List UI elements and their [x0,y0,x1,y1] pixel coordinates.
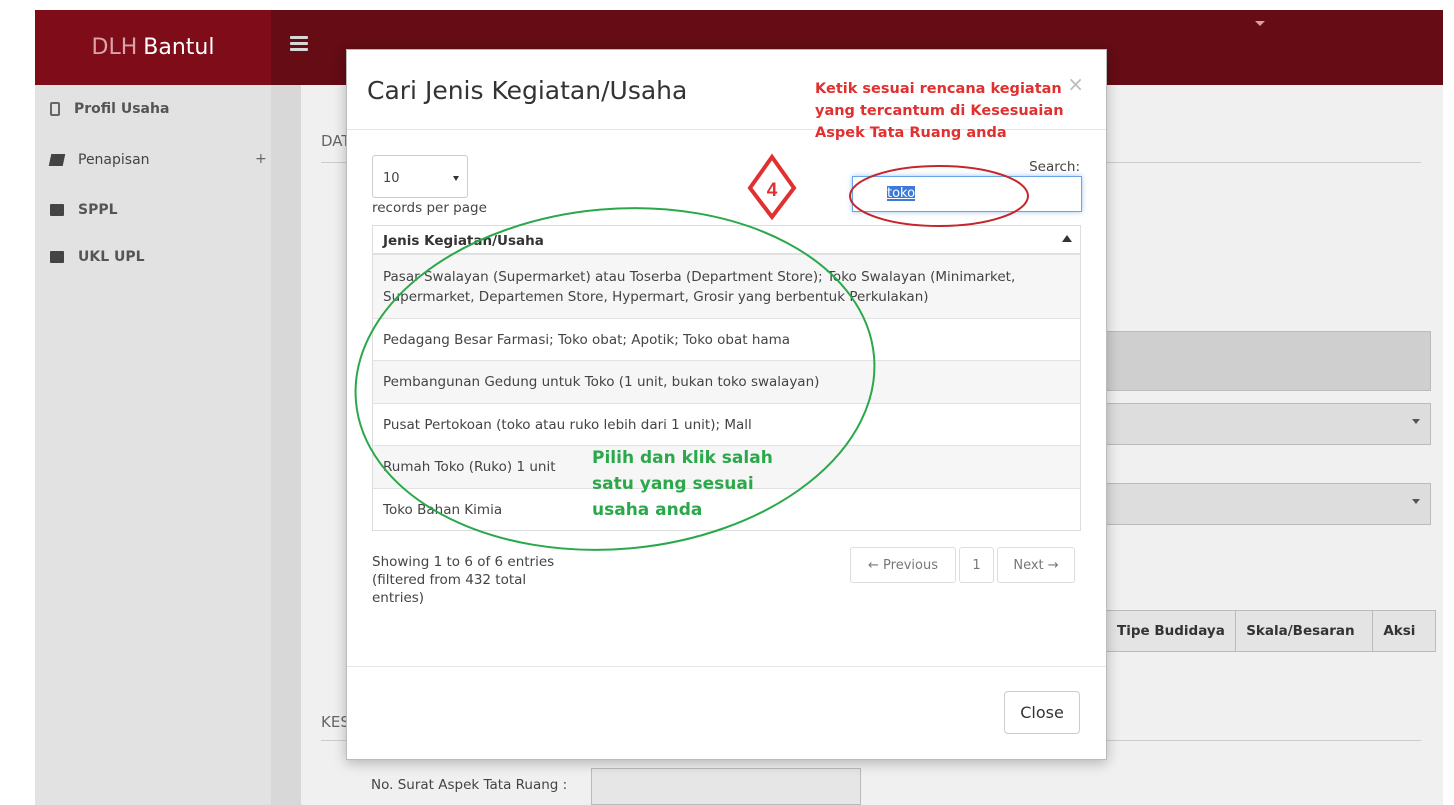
row-text: Rumah Toko (Ruko) 1 unit [383,459,556,475]
column-header: Aksi [1383,623,1416,639]
hamburger-menu-icon[interactable] [290,36,308,51]
chevron-down-icon [1412,419,1420,424]
column-header-jenis-kegiatan[interactable]: Jenis Kegiatan/Usaha [373,226,1080,254]
sidebar-item-label: Profil Usaha [74,101,170,117]
folder-icon [50,251,64,263]
table-row[interactable]: Pasar Swalayan (Supermarket) atau Toserb… [373,254,1080,318]
sidebar-item-label: UKL UPL [78,249,145,265]
sidebar-item-profil-usaha[interactable]: Profil Usaha [50,97,169,121]
table-row[interactable]: Pedagang Besar Farmasi; Toko obat; Apoti… [373,318,1080,360]
search-modal: Cari Jenis Kegiatan/Usaha × 10 records p… [346,49,1107,760]
records-per-page-value: 10 [383,171,400,186]
brand-part2: Bantul [143,35,215,60]
page-1-button[interactable]: 1 [959,547,994,583]
textarea-field[interactable] [1106,331,1431,391]
green-instruction-note: Pilih dan klik salah satu yang sesuai us… [592,448,773,520]
row-text: Pasar Swalayan (Supermarket) atau Toserb… [383,268,1016,305]
row-text: Pembangunan Gedung untuk Toko (1 unit, b… [383,374,820,390]
book-icon [48,154,66,166]
table-row[interactable]: Pusat Pertokoan (toko atau ruko lebih da… [373,403,1080,445]
kegiatan-table-header: Tipe Budidaya Skala/Besaran Aksi [1106,610,1436,652]
modal-footer-divider [347,666,1106,667]
table-row[interactable]: Pembangunan Gedung untuk Toko (1 unit, b… [373,360,1080,403]
sidebar-item-label: Penapisan [78,152,150,168]
no-surat-label: No. Surat Aspek Tata Ruang : [371,777,568,793]
column-header-label: Jenis Kegiatan/Usaha [383,233,544,249]
previous-page-button[interactable]: ← Previous [850,547,956,583]
red-instruction-note: Ketik sesuai rencana kegiatan yang terca… [815,81,1064,141]
brand-logo[interactable]: DLH Bantul [35,10,271,85]
row-text: Toko Bahan Kimia [383,501,503,518]
user-dropdown-caret-icon[interactable] [1255,21,1265,26]
step-number: 4 [767,180,778,201]
row-text: Pedagang Besar Farmasi; Toko obat; Apoti… [383,331,791,348]
sidebar: Profil Usaha Penapisan + SPPL UKL UPL [35,85,271,805]
chevron-down-icon [453,176,459,181]
search-label: Search: [1029,159,1080,175]
no-surat-input[interactable] [591,768,861,805]
search-input[interactable]: toko [852,176,1082,212]
folder-icon [50,204,64,216]
records-per-page-label: records per page [372,200,487,216]
pagination: ← Previous 1 Next → [850,547,1078,583]
brand-part1: DLH [91,35,138,60]
records-per-page-select[interactable]: 10 [372,155,468,198]
modal-title: Cari Jenis Kegiatan/Usaha [367,76,688,105]
select-field[interactable] [1106,403,1431,445]
next-page-button[interactable]: Next → [997,547,1075,583]
sidebar-item-label: SPPL [78,202,118,218]
sidebar-item-sppl[interactable]: SPPL [50,198,118,222]
chevron-down-icon [1412,499,1420,504]
search-input-value: toko [887,186,916,201]
sort-ascending-icon [1062,235,1072,242]
sidebar-item-penapisan[interactable]: Penapisan + [48,148,270,172]
expand-plus-icon[interactable]: + [255,151,267,167]
column-header: Skala/Besaran [1236,611,1374,651]
sidebar-item-ukl-upl[interactable]: UKL UPL [50,245,145,269]
close-button[interactable]: Close [1004,691,1080,734]
table-info: Showing 1 to 6 of 6 entries (filtered fr… [372,554,555,606]
step-diamond-shape [747,153,797,221]
column-header: Tipe Budidaya [1107,611,1237,651]
row-text: Pusat Pertokoan (toko atau ruko lebih da… [383,416,752,433]
select-field[interactable] [1106,483,1431,525]
tablet-icon [50,102,60,116]
